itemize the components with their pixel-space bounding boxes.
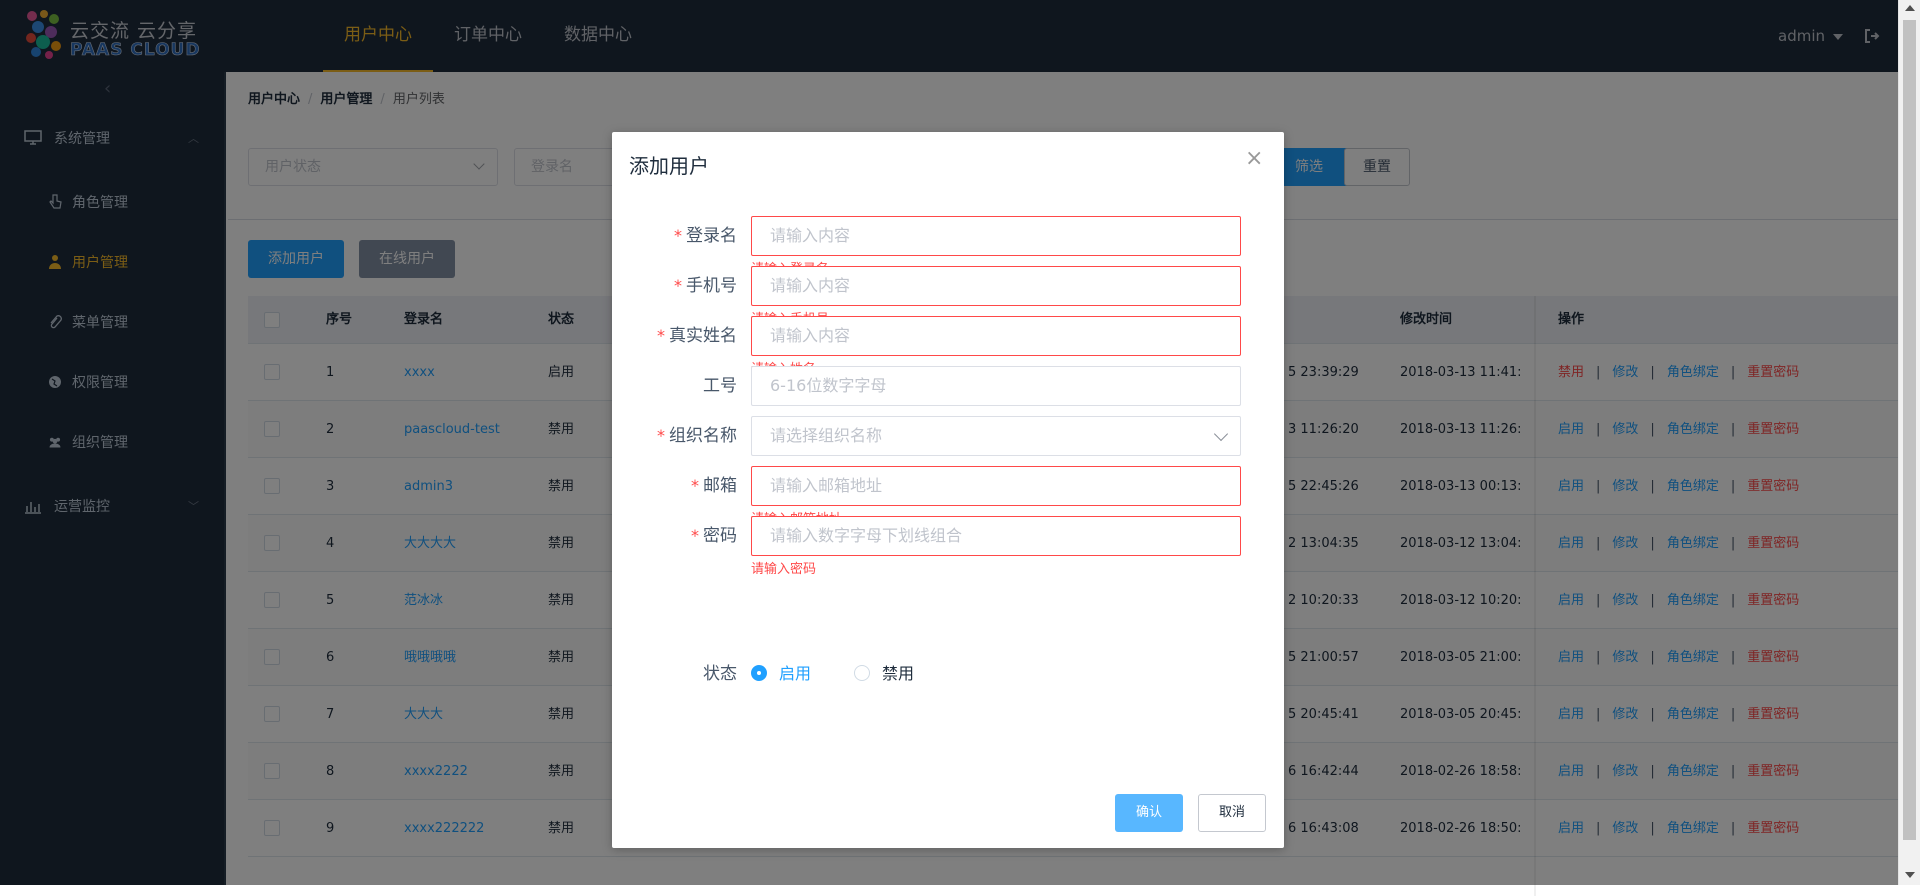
required-asterisk: * [691,526,699,545]
chevron-down-icon [1213,426,1229,442]
phone-field: *手机号请输入内容请输入手机号 [612,266,1284,327]
email-field: *邮箱请输入邮箱地址请输入邮箱地址 [612,466,1284,527]
confirm-button[interactable]: 确认 [1115,794,1183,832]
input-placeholder: 请选择组织名称 [770,426,883,445]
input-placeholder: 请输入内容 [770,276,851,295]
employee-id-field: 工号 6-16位数字字母 [612,366,1284,406]
scroll-down-icon[interactable] [1905,872,1915,878]
required-asterisk: * [691,476,699,495]
required-asterisk: * [657,326,665,345]
radio-checked-icon [751,664,767,681]
login-input[interactable]: 请输入内容 [751,216,1241,256]
field-label-text: 邮箱 [703,476,737,496]
scroll-up-icon[interactable] [1905,5,1915,11]
field-label-text: 手机号 [686,276,737,296]
input-placeholder: 请输入内容 [770,326,851,345]
field-label: * 登录名 [612,216,737,256]
field-label: * 手机号 [612,266,737,306]
dialog-title: 添加用户 [629,154,709,178]
field-label-text: 密码 [703,526,737,546]
field-label-text: 工号 [703,376,737,396]
field-label: * 组织名称 [612,416,737,456]
realname-field: *真实姓名请输入内容请输入姓名 [612,316,1284,377]
password-field: * 密码 请输入数字字母下划线组合请输入密码 [612,516,1284,577]
password-input[interactable]: 请输入数字字母下划线组合 [751,516,1241,556]
field-error-message: 请输入密码 [751,562,817,577]
field-label: * 真实姓名 [612,316,737,356]
add-user-dialog: 添加用户 × *登录名请输入内容请输入登录名*手机号请输入内容请输入手机号*真实… [612,132,1284,848]
required-asterisk: * [674,226,682,245]
status-field: 状态 启用 禁用 [612,654,1284,694]
status-radio-disable[interactable]: 禁用 [854,654,914,694]
field-label-text: 组织名称 [669,426,737,446]
close-icon[interactable]: × [1245,148,1263,170]
field-label: 工号 [612,366,737,406]
phone-input[interactable]: 请输入内容 [751,266,1241,306]
organization-select[interactable]: 请选择组织名称 [751,416,1241,456]
employee-id-input[interactable]: 6-16位数字字母 [751,366,1241,406]
radio-unchecked-icon [854,664,870,681]
login-field: *登录名请输入内容请输入登录名 [612,216,1284,277]
page-scrollbar[interactable] [1898,0,1920,885]
field-label: * 密码 [612,516,737,556]
field-label: 状态 [703,664,737,684]
input-placeholder: 请输入邮箱地址 [770,476,883,495]
radio-label: 启用 [779,664,812,683]
field-label-text: 登录名 [686,226,737,246]
radio-label: 禁用 [882,664,915,683]
required-asterisk: * [674,276,682,295]
email-input[interactable]: 请输入邮箱地址 [751,466,1241,506]
input-placeholder: 请输入数字字母下划线组合 [770,526,963,545]
scrollbar-thumb[interactable] [1903,20,1916,840]
organization-field: * 组织名称 请选择组织名称 [612,416,1284,456]
field-label: * 邮箱 [612,466,737,506]
input-placeholder: 6-16位数字字母 [770,376,887,395]
input-placeholder: 请输入内容 [770,226,851,245]
field-label-text: 真实姓名 [669,326,737,346]
status-radio-enable[interactable]: 启用 [751,654,811,694]
realname-input[interactable]: 请输入内容 [751,316,1241,356]
required-asterisk: * [657,426,665,445]
cancel-button[interactable]: 取消 [1198,794,1266,832]
